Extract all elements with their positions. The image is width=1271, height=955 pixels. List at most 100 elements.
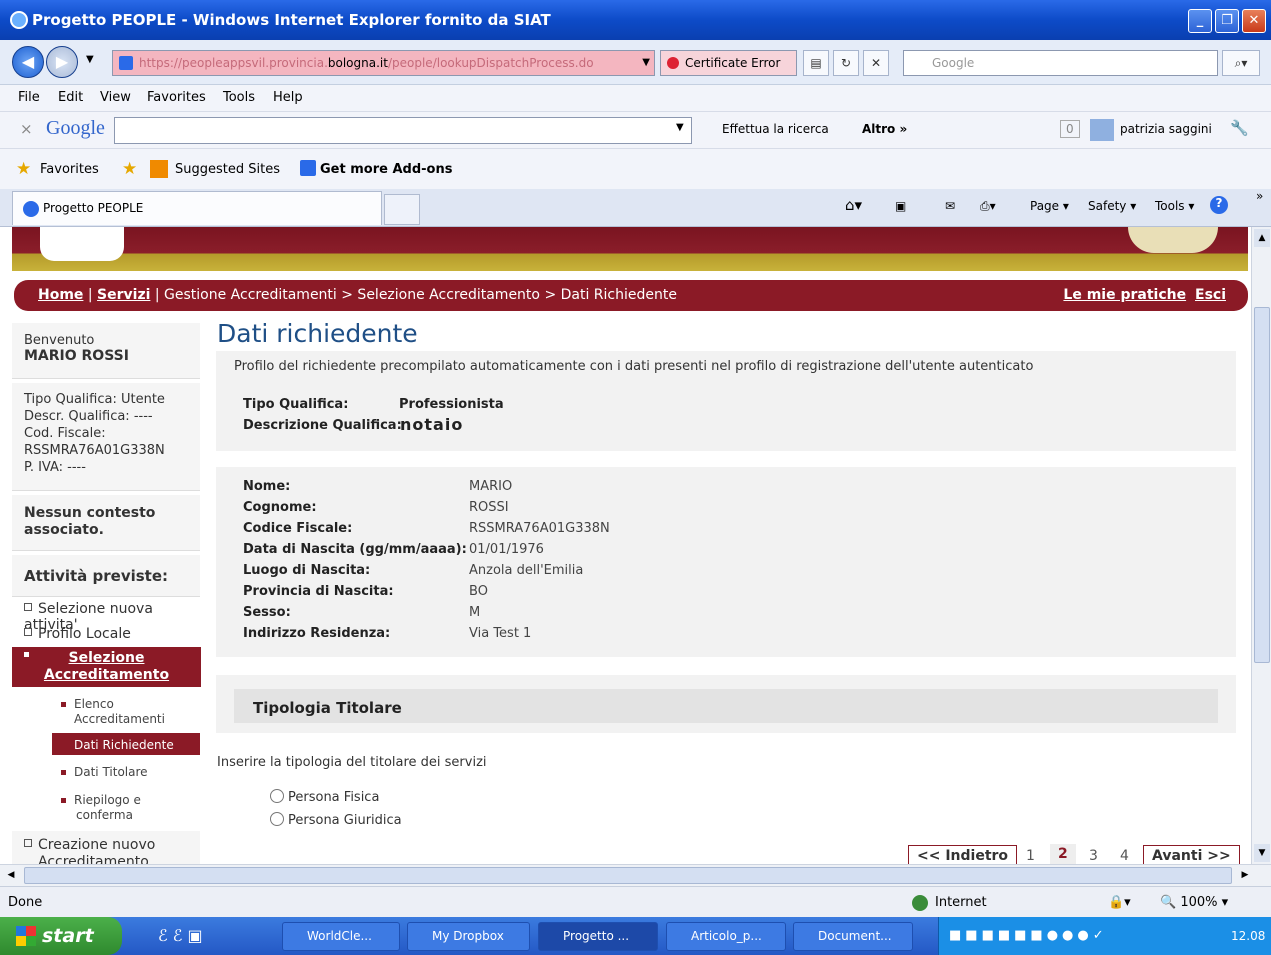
sidebar-active-line2: Accreditamento bbox=[43, 667, 170, 683]
history-dropdown-icon[interactable]: ▼ bbox=[86, 54, 94, 65]
sidebar-sub-riepilogo[interactable]: Riepilogo e conferma bbox=[61, 793, 141, 823]
radio-circle[interactable] bbox=[270, 789, 284, 803]
radio-persona-giuridica[interactable]: Persona Giuridica bbox=[270, 812, 402, 828]
sidebar-sub-line: conferma bbox=[76, 808, 133, 822]
google-search-button[interactable]: Effettua la ricerca bbox=[722, 122, 829, 136]
horizontal-scrollbar[interactable]: ◀ ▶ bbox=[0, 864, 1271, 886]
google-dropdown-icon[interactable]: ▼ bbox=[676, 122, 684, 133]
sidebar-item-selezione-accreditamento[interactable]: Selezione Accreditamento bbox=[12, 647, 201, 687]
add-favorite-icon[interactable]: ★ bbox=[122, 159, 137, 179]
menu-help[interactable]: Help bbox=[273, 90, 303, 105]
menu-tools[interactable]: Tools bbox=[223, 90, 255, 105]
taskbar-item-dropbox[interactable]: My Dropbox bbox=[407, 922, 530, 951]
page-link-3[interactable]: 3 bbox=[1089, 848, 1098, 864]
google-logo: Google bbox=[46, 117, 105, 139]
sidebar-sub-dati-titolare[interactable]: Dati Titolare bbox=[61, 765, 148, 780]
close-toolbar-icon[interactable]: × bbox=[20, 120, 33, 138]
taskbar-item-progetto[interactable]: Progetto ... bbox=[538, 922, 658, 951]
google-more-button[interactable]: Altro » bbox=[862, 122, 907, 136]
google-search-input[interactable] bbox=[114, 117, 692, 144]
sidebar-item-profilo-locale[interactable]: Profilo Locale bbox=[24, 626, 131, 642]
page-link-1[interactable]: 1 bbox=[1026, 848, 1035, 864]
tipologia-panel: Tipologia Titolare bbox=[216, 675, 1236, 733]
protected-mode-icon[interactable]: 🔒▾ bbox=[1108, 895, 1131, 910]
scroll-down-icon[interactable]: ▼ bbox=[1254, 844, 1270, 862]
menu-file[interactable]: File bbox=[18, 90, 40, 105]
page-menu[interactable]: Page ▾ bbox=[1030, 199, 1069, 213]
search-icon[interactable]: ⌕▾ bbox=[1222, 50, 1260, 76]
menu-view[interactable]: View bbox=[100, 90, 131, 105]
new-tab-button[interactable] bbox=[384, 194, 420, 225]
mail-icon[interactable]: ✉ bbox=[945, 199, 955, 213]
scroll-right-icon[interactable]: ▶ bbox=[1236, 867, 1254, 884]
help-icon[interactable]: ? bbox=[1210, 196, 1228, 214]
sidebar-sub-dati-richiedente[interactable]: Dati Richiedente bbox=[61, 738, 174, 753]
radio-persona-fisica[interactable]: Persona Fisica bbox=[270, 789, 379, 805]
google-user-menu[interactable]: patrizia saggini bbox=[1120, 122, 1212, 136]
address-input[interactable]: https://peopleappsvil.provincia.bologna.… bbox=[112, 50, 655, 76]
taskbar-item-document[interactable]: Document... bbox=[793, 922, 913, 951]
safety-menu[interactable]: Safety ▾ bbox=[1088, 199, 1136, 213]
menu-favorites[interactable]: Favorites bbox=[147, 90, 206, 105]
zoom-button[interactable]: 🔍 100% ▾ bbox=[1160, 895, 1228, 910]
ie-icon bbox=[10, 11, 28, 29]
minimize-button[interactable]: _ bbox=[1188, 9, 1212, 33]
suggested-sites-button[interactable]: Suggested Sites bbox=[175, 162, 280, 177]
favorites-button[interactable]: Favorites bbox=[40, 162, 99, 177]
page-link-2[interactable]: 2 bbox=[1050, 844, 1076, 864]
chevron-more-icon[interactable]: » bbox=[1256, 189, 1263, 203]
scroll-up-icon[interactable]: ▲ bbox=[1254, 229, 1270, 247]
suggested-sites-icon bbox=[150, 160, 168, 178]
field-label: Cognome: bbox=[243, 500, 317, 515]
close-button[interactable]: ✕ bbox=[1242, 9, 1266, 33]
addons-icon bbox=[300, 160, 316, 176]
anagrafica-panel: Nome: MARIO Cognome: ROSSI Codice Fiscal… bbox=[216, 467, 1236, 657]
sidebar-item-creazione[interactable]: Creazione nuovo Accreditamento bbox=[12, 831, 200, 864]
get-addons-button[interactable]: Get more Add-ons bbox=[320, 162, 452, 177]
forward-button[interactable]: ▶ bbox=[46, 46, 78, 78]
hscrollbar-thumb[interactable] bbox=[24, 867, 1232, 884]
menu-bar: File Edit View Favorites Tools Help bbox=[0, 85, 1271, 112]
tools-menu[interactable]: Tools ▾ bbox=[1155, 199, 1194, 213]
quick-launch-ie-icon[interactable]: ℰ ℰ ▣ bbox=[158, 926, 203, 945]
mie-pratiche-link[interactable]: Le mie pratiche bbox=[1063, 287, 1186, 303]
compatibility-icon[interactable]: ▤ bbox=[803, 50, 829, 76]
main-panel: Dati richiedente Profilo del richiedente… bbox=[216, 319, 1240, 864]
stop-icon[interactable]: ✕ bbox=[863, 50, 889, 76]
certificate-error-button[interactable]: Certificate Error bbox=[660, 50, 797, 76]
wrench-icon[interactable]: 🔧 bbox=[1230, 119, 1249, 137]
sidebar-sub-line: Accreditamenti bbox=[74, 712, 165, 726]
maximize-button[interactable]: ❐ bbox=[1215, 9, 1239, 33]
taskbar-item-articolo[interactable]: Articolo_p... bbox=[666, 922, 786, 951]
field-label: Codice Fiscale: bbox=[243, 521, 353, 536]
esci-link[interactable]: Esci bbox=[1195, 287, 1226, 303]
menu-edit[interactable]: Edit bbox=[58, 90, 83, 105]
breadcrumb-separator: | bbox=[154, 287, 165, 303]
tab-progetto-people[interactable]: Progetto PEOPLE bbox=[12, 191, 382, 225]
refresh-icon[interactable]: ↻ bbox=[833, 50, 859, 76]
scroll-left-icon[interactable]: ◀ bbox=[2, 867, 20, 884]
breadcrumb-home-link[interactable]: Home bbox=[38, 287, 83, 303]
prev-page-button[interactable]: << Indietro bbox=[908, 845, 1018, 864]
attivita-heading: Attività previste: bbox=[12, 555, 200, 597]
search-input[interactable]: Google bbox=[903, 50, 1218, 76]
scrollbar-thumb[interactable] bbox=[1254, 307, 1270, 663]
print-icon[interactable]: ⎙▾ bbox=[980, 199, 996, 214]
safety-menu-label: Safety bbox=[1088, 199, 1127, 213]
radio-circle[interactable] bbox=[270, 812, 284, 826]
next-page-button[interactable]: Avanti >> bbox=[1143, 845, 1240, 864]
tray-icons[interactable]: ■■■■■■●●●✓ bbox=[949, 928, 1108, 943]
back-button[interactable]: ◀ bbox=[12, 46, 44, 78]
sidebar-sub-elenco[interactable]: Elenco Accreditamenti bbox=[61, 697, 165, 727]
page-link-4[interactable]: 4 bbox=[1120, 848, 1129, 864]
breadcrumb-servizi-link[interactable]: Servizi bbox=[97, 287, 150, 303]
sidebar-item-label: Accreditamento bbox=[38, 854, 149, 864]
taskbar-item-worldclock[interactable]: WorldCle... bbox=[282, 922, 400, 951]
address-dropdown-icon[interactable]: ▼ bbox=[642, 51, 650, 75]
tipo-qualifica: Tipo Qualifica: Utente bbox=[24, 392, 165, 407]
home-icon[interactable]: ⌂▾ bbox=[845, 196, 862, 214]
breadcrumb-path: Gestione Accreditamenti > Selezione Accr… bbox=[164, 287, 677, 303]
address-toolbar: ◀ ▶ ▼ https://peopleappsvil.provincia.bo… bbox=[0, 40, 1271, 85]
vertical-scrollbar[interactable]: ▲ ▼ bbox=[1251, 227, 1271, 864]
feeds-icon[interactable]: ▣ bbox=[895, 199, 906, 213]
